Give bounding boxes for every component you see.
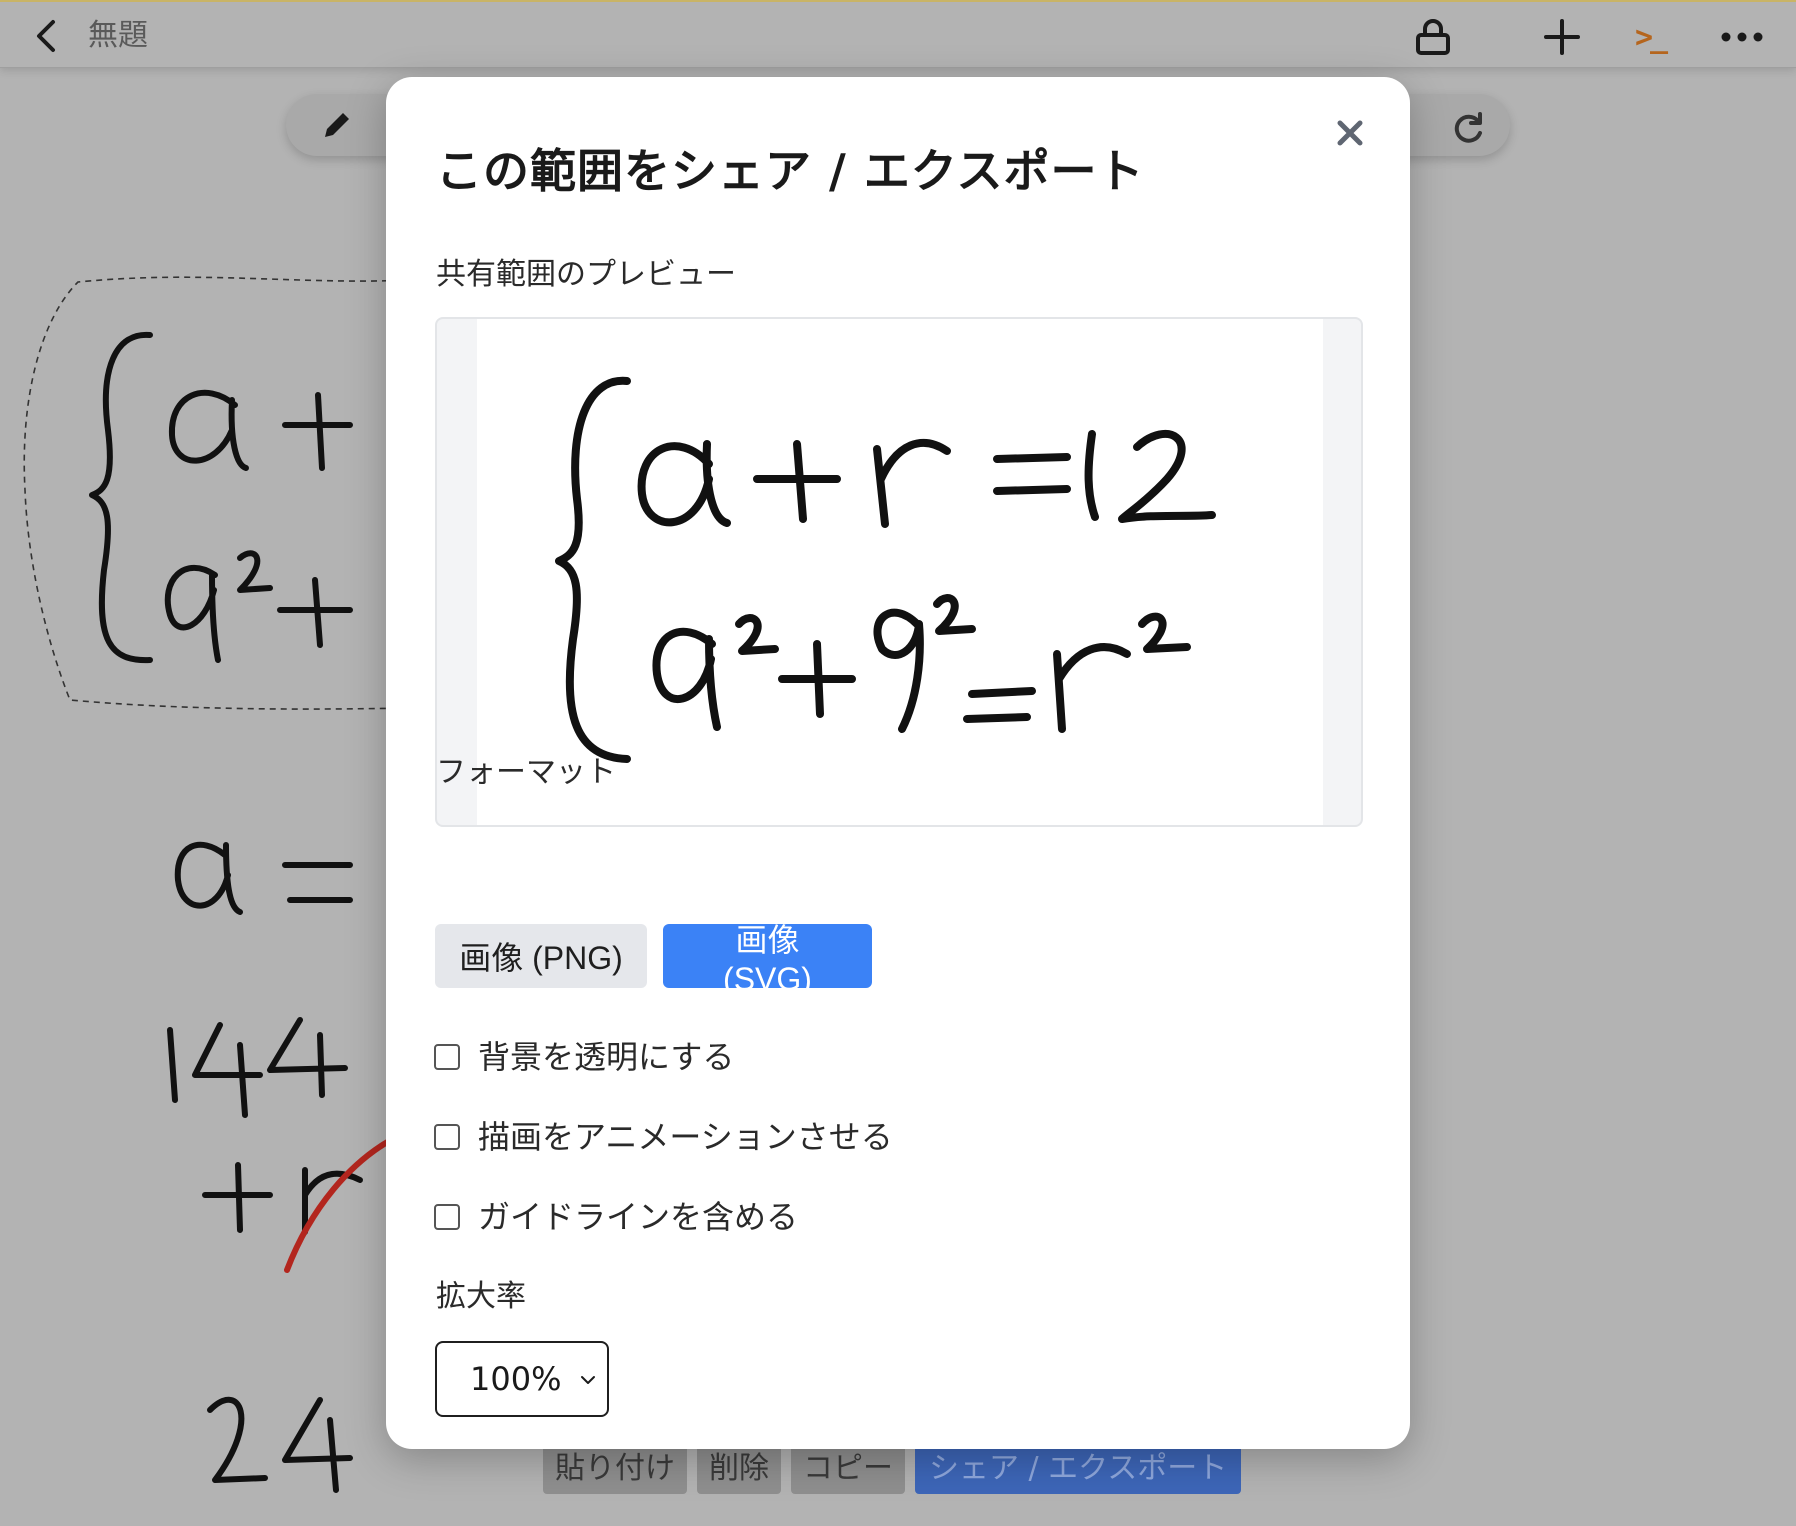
animate-drawing-checkbox[interactable] xyxy=(434,1124,460,1150)
chevron-down-icon xyxy=(581,1376,595,1384)
lock-button[interactable] xyxy=(1408,12,1458,62)
option-label: ガイドラインを含める xyxy=(478,1198,799,1236)
chevron-left-icon xyxy=(37,20,55,52)
format-label: フォーマット xyxy=(436,755,616,790)
export-preview xyxy=(435,317,1363,827)
terminal-button[interactable]: >_ xyxy=(1620,14,1680,60)
more-menu-button[interactable] xyxy=(1712,14,1772,60)
redo-icon xyxy=(1454,112,1482,143)
include-guidelines-checkbox[interactable] xyxy=(434,1204,460,1230)
more-horizontal-icon xyxy=(1721,32,1763,42)
document-title[interactable]: 無題 xyxy=(88,16,148,56)
preview-canvas xyxy=(477,319,1323,825)
include-guidelines-option[interactable]: ガイドラインを含める xyxy=(434,1195,798,1239)
app-header: 無題 >_ xyxy=(0,0,1796,68)
format-selector: 画像 (PNG) 画像 (SVG) xyxy=(435,922,872,997)
share-export-dialog: この範囲をシェア / エクスポート 共有範囲のプレビュー フォーマット 画像 (… xyxy=(386,77,1410,1449)
plus-icon xyxy=(1544,19,1580,55)
preview-label: 共有範囲のプレビュー xyxy=(436,257,736,292)
zoom-value: 100% xyxy=(470,1360,562,1398)
add-page-button[interactable] xyxy=(1537,12,1587,62)
animate-drawing-option[interactable]: 描画をアニメーションさせる xyxy=(434,1115,893,1159)
preview-handwriting xyxy=(555,376,1216,763)
close-button[interactable] xyxy=(1328,111,1372,155)
format-svg-button[interactable]: 画像 (SVG) xyxy=(663,922,872,997)
option-label: 描画をアニメーションさせる xyxy=(478,1118,893,1156)
redo-button[interactable] xyxy=(1444,104,1492,152)
zoom-select[interactable]: 100% xyxy=(435,1341,609,1417)
format-png-button[interactable]: 画像 (PNG) xyxy=(435,924,647,988)
zoom-label: 拡大率 xyxy=(436,1279,526,1314)
back-button[interactable] xyxy=(24,14,68,58)
terminal-icon: >_ xyxy=(1634,19,1668,55)
option-label: 背景を透明にする xyxy=(478,1038,735,1076)
transparent-background-checkbox[interactable] xyxy=(434,1044,460,1070)
transparent-background-option[interactable]: 背景を透明にする xyxy=(434,1035,734,1079)
handwritten-strokes xyxy=(23,276,411,1493)
close-icon xyxy=(1337,120,1363,146)
dialog-title: この範囲をシェア / エクスポート xyxy=(436,144,1145,198)
lock-icon xyxy=(1416,19,1450,55)
